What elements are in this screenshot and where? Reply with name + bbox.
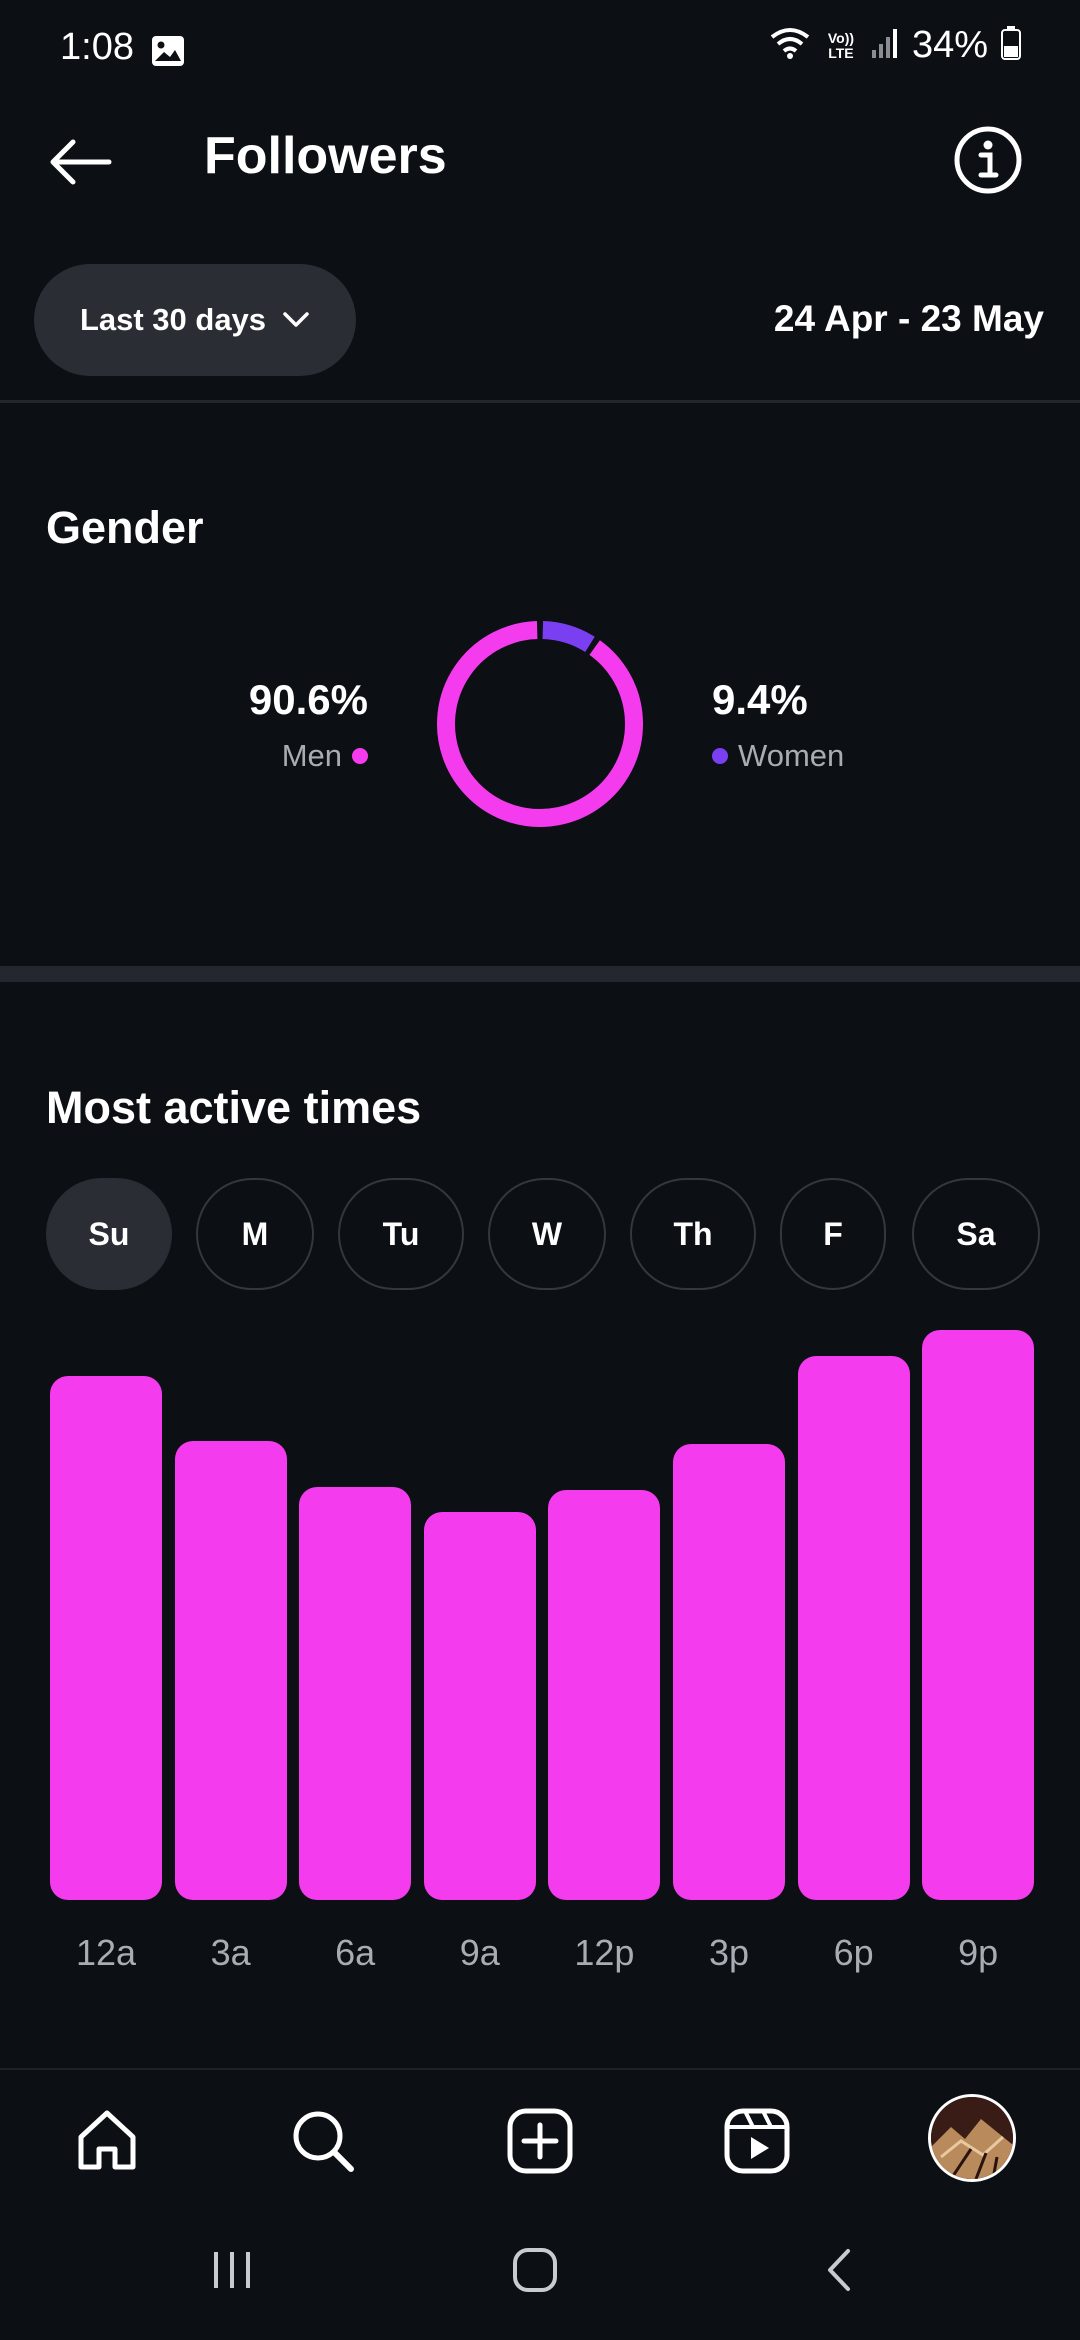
wifi-icon bbox=[768, 25, 812, 66]
day-tab-w[interactable]: W bbox=[488, 1178, 606, 1290]
gender-donut-chart bbox=[437, 621, 643, 827]
active-times-title: Most active times bbox=[46, 1082, 422, 1133]
day-tab-m[interactable]: M bbox=[196, 1178, 314, 1290]
bar-3a[interactable] bbox=[174, 1441, 287, 1900]
volte-icon: Vo)) LTE bbox=[827, 29, 855, 61]
day-tab-sa[interactable]: Sa bbox=[912, 1178, 1040, 1290]
women-legend-dot bbox=[712, 748, 728, 764]
date-range-dropdown-label: Last 30 days bbox=[79, 302, 267, 337]
reels-icon bbox=[724, 2108, 790, 2174]
men-legend-dot bbox=[352, 748, 368, 764]
bar-9p[interactable] bbox=[922, 1330, 1035, 1900]
info-button[interactable] bbox=[952, 124, 1024, 196]
day-tab-tu[interactable]: Tu bbox=[338, 1178, 464, 1290]
info-circle-icon bbox=[954, 126, 1022, 194]
nav-reels-button[interactable] bbox=[712, 2096, 802, 2186]
women-percentage: 9.4% bbox=[712, 676, 808, 723]
nav-create-button[interactable] bbox=[495, 2096, 585, 2186]
signal-icon bbox=[870, 26, 900, 65]
create-post-icon bbox=[507, 2108, 573, 2174]
gallery-notification-icon bbox=[150, 34, 186, 68]
battery-percentage: 34% bbox=[911, 24, 988, 66]
page-title: Followers bbox=[204, 127, 447, 185]
bar-6p[interactable] bbox=[797, 1355, 910, 1900]
battery-icon bbox=[1000, 25, 1022, 66]
date-range-dropdown[interactable]: Last 30 days bbox=[34, 264, 356, 376]
home-icon bbox=[78, 2110, 136, 2170]
active-times-bar-chart bbox=[50, 1330, 1035, 1900]
nav-profile-avatar[interactable] bbox=[928, 2094, 1016, 2182]
day-tab-f[interactable]: F bbox=[780, 1178, 886, 1290]
men-legend: Men bbox=[200, 738, 368, 774]
date-range-text: 24 Apr - 23 May bbox=[773, 298, 1044, 339]
women-label: Women bbox=[738, 738, 845, 773]
bar-12a[interactable] bbox=[50, 1375, 162, 1900]
back-button[interactable] bbox=[40, 122, 120, 202]
x-tick-label: 3a bbox=[210, 1932, 251, 1973]
x-tick-label: 3p bbox=[708, 1932, 750, 1973]
x-tick-label: 6a bbox=[335, 1932, 376, 1973]
search-icon bbox=[293, 2111, 354, 2172]
bar-6a[interactable] bbox=[299, 1486, 412, 1900]
bar-12p[interactable] bbox=[548, 1489, 661, 1900]
profile-avatar bbox=[931, 2097, 1013, 2179]
chevron-down-icon bbox=[283, 312, 309, 327]
nav-home-button[interactable] bbox=[62, 2096, 152, 2186]
bar-3p[interactable] bbox=[673, 1444, 785, 1900]
x-tick-label: 9p bbox=[958, 1932, 999, 1973]
recent-apps-icon bbox=[214, 2252, 250, 2288]
section-divider bbox=[0, 966, 1080, 982]
system-home-button[interactable] bbox=[495, 2238, 575, 2302]
status-time: 1:08 bbox=[60, 26, 134, 68]
system-back-button[interactable] bbox=[800, 2238, 880, 2302]
status-bar: 1:08 Vo)) LTE 34% bbox=[0, 0, 1080, 100]
x-tick-label: 12a bbox=[75, 1932, 137, 1973]
day-tab-th[interactable]: Th bbox=[630, 1178, 756, 1290]
x-tick-label: 9a bbox=[459, 1932, 500, 1973]
men-percentage: 90.6% bbox=[248, 676, 368, 723]
active-times-x-axis: 12a 3a 6a 9a 12p 3p 6p 9p bbox=[50, 1932, 1030, 1982]
gender-section-title: Gender bbox=[46, 502, 204, 553]
home-circle-icon bbox=[513, 2248, 557, 2292]
x-tick-label: 12p bbox=[574, 1932, 635, 1973]
status-indicators: Vo)) LTE 34% bbox=[768, 24, 1022, 67]
recent-apps-button[interactable] bbox=[192, 2238, 272, 2302]
divider bbox=[0, 400, 1080, 403]
bottom-nav-divider bbox=[0, 2068, 1080, 2070]
donut-slice-men bbox=[437, 621, 643, 827]
bar-9a[interactable] bbox=[423, 1512, 536, 1900]
x-tick-label: 6p bbox=[833, 1932, 874, 1973]
arrow-left-icon bbox=[50, 139, 112, 185]
men-label: Men bbox=[281, 738, 342, 773]
nav-search-button[interactable] bbox=[278, 2096, 368, 2186]
donut-slice-women bbox=[542, 621, 595, 653]
day-tab-su[interactable]: Su bbox=[46, 1178, 172, 1290]
women-legend: Women bbox=[712, 738, 844, 774]
back-chevron-icon bbox=[828, 2249, 850, 2291]
day-tabs: Su M Tu W Th F Sa bbox=[46, 1178, 1040, 1290]
